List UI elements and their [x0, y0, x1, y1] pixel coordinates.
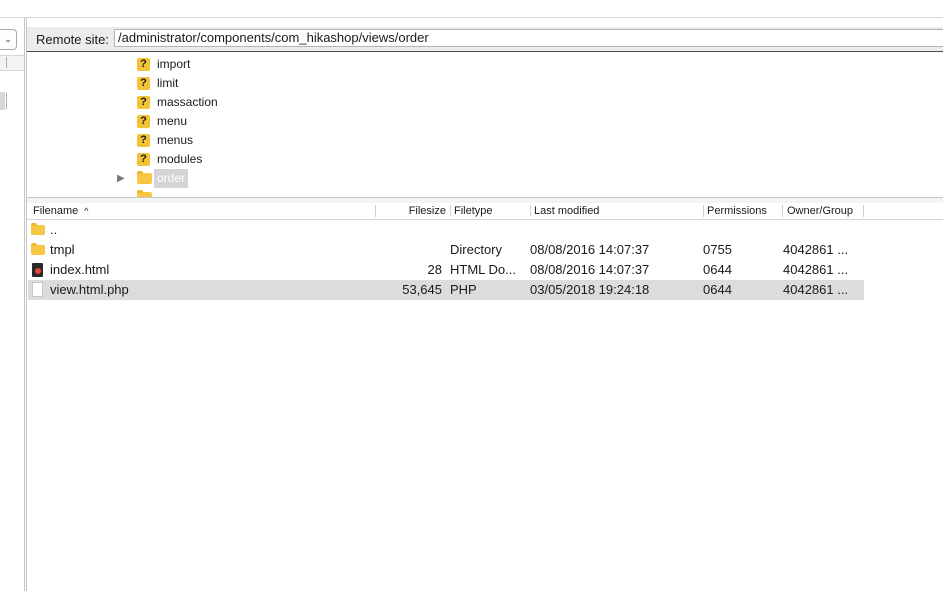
chevron-down-icon: ⌄: [4, 34, 12, 44]
tree-item-modules[interactable]: ? modules: [137, 150, 437, 169]
file-type: PHP: [450, 282, 477, 297]
column-filetype[interactable]: Filetype: [454, 203, 493, 219]
sort-ascending-icon: ^: [84, 206, 89, 216]
folder-icon: [31, 243, 45, 255]
column-separator[interactable]: [703, 205, 704, 217]
file-permissions: 0644: [703, 262, 732, 277]
tree-item-limit[interactable]: ? limit: [137, 74, 437, 93]
file-modified: 03/05/2018 19:24:18: [530, 282, 650, 297]
column-last-modified[interactable]: Last modified: [534, 203, 599, 219]
unknown-folder-icon: ?: [137, 115, 150, 128]
file-row-parent[interactable]: ..: [28, 220, 864, 240]
column-filename-label: Filename: [33, 205, 79, 217]
folder-icon: [31, 223, 45, 235]
tree-item-import[interactable]: ? import: [137, 55, 437, 74]
file-type: HTML Do...: [450, 262, 516, 277]
remote-pane: Remote site: ? import ? limit ? massacti…: [26, 18, 943, 591]
tree-item-massaction[interactable]: ? massaction: [137, 93, 437, 112]
tree-item-label: import: [157, 57, 191, 71]
column-filesize-label: Filesize: [408, 205, 446, 217]
file-owner: 4042861 ...: [783, 262, 849, 277]
file-modified: 08/08/2016 14:07:37: [530, 242, 650, 257]
column-separator[interactable]: [782, 205, 783, 217]
column-separator[interactable]: [450, 205, 451, 217]
html-file-icon: [32, 263, 43, 277]
tree-item-label: modules: [157, 152, 203, 166]
column-filename[interactable]: Filename ^: [33, 203, 88, 219]
tree-item-label: menu: [157, 114, 188, 128]
tree-item-label: massaction: [157, 95, 218, 109]
column-separator[interactable]: [530, 205, 531, 217]
file-permissions: 0644: [703, 282, 732, 297]
column-permissions[interactable]: Permissions: [707, 203, 767, 219]
file-row-index-html[interactable]: index.html 28 HTML Do... 08/08/2016 14:0…: [28, 260, 864, 280]
file-row-tmpl[interactable]: tmpl Directory 08/08/2016 14:07:37 0755 …: [28, 240, 864, 260]
file-row-view-html-php[interactable]: view.html.php 53,645 PHP 03/05/2018 19:2…: [28, 280, 864, 300]
column-filesize[interactable]: Filesize: [376, 203, 446, 219]
remote-file-list: Filename ^ Filesize Filetype Last modifie…: [27, 203, 943, 591]
file-list-header: Filename ^ Filesize Filetype Last modifie…: [27, 203, 943, 220]
document-icon: [32, 282, 43, 297]
local-tree-selection[interactable]: [0, 92, 5, 110]
column-owner-group-label: Owner/Group: [787, 205, 854, 217]
remote-site-input[interactable]: [114, 29, 943, 47]
file-name: view.html.php: [50, 282, 129, 297]
tree-item-partial[interactable]: [137, 188, 437, 197]
tree-item-menu[interactable]: ? menu: [137, 112, 437, 131]
tree-item-label: menus: [157, 133, 194, 147]
expand-triangle-icon[interactable]: ▶: [117, 169, 125, 188]
local-tree-header: [0, 55, 24, 71]
tree-item-label: order: [154, 169, 189, 188]
file-name: ..: [50, 222, 58, 237]
file-type: Directory: [450, 242, 503, 257]
column-permissions-label: Permissions: [707, 205, 767, 217]
folder-icon: [137, 171, 152, 184]
unknown-folder-icon: ?: [137, 134, 150, 147]
column-filetype-label: Filetype: [454, 205, 493, 217]
remote-directory-tree[interactable]: ? import ? limit ? massaction ? menu ? m…: [27, 53, 943, 197]
filezilla-window: ⌄ Remote site: ? import ? limit ? massac…: [0, 0, 943, 591]
unknown-folder-icon: ?: [137, 77, 150, 90]
file-name: tmpl: [50, 242, 75, 257]
file-modified: 08/08/2016 14:07:37: [530, 262, 650, 277]
remote-site-label: Remote site:: [36, 32, 109, 47]
column-separator[interactable]: [863, 205, 864, 217]
unknown-folder-icon: ?: [137, 58, 150, 71]
remote-site-bar: Remote site:: [27, 27, 943, 52]
unknown-folder-icon: ?: [137, 153, 150, 166]
file-owner: 4042861 ...: [783, 282, 849, 297]
file-permissions: 0755: [703, 242, 732, 257]
file-owner: 4042861 ...: [783, 242, 849, 257]
tree-item-order[interactable]: ▶ order: [117, 169, 437, 188]
local-site-dropdown[interactable]: ⌄: [0, 29, 17, 50]
tree-item-menus[interactable]: ? menus: [137, 131, 437, 150]
local-tree-line: [6, 93, 7, 109]
tree-item-label: limit: [157, 76, 179, 90]
file-size: 53,645: [402, 282, 442, 297]
file-size: 28: [427, 262, 442, 277]
column-owner-group[interactable]: Owner/Group: [787, 203, 853, 219]
unknown-folder-icon: ?: [137, 96, 150, 109]
local-tree-line: [6, 57, 7, 68]
file-name: index.html: [50, 262, 110, 277]
column-last-modified-label: Last modified: [534, 205, 600, 217]
